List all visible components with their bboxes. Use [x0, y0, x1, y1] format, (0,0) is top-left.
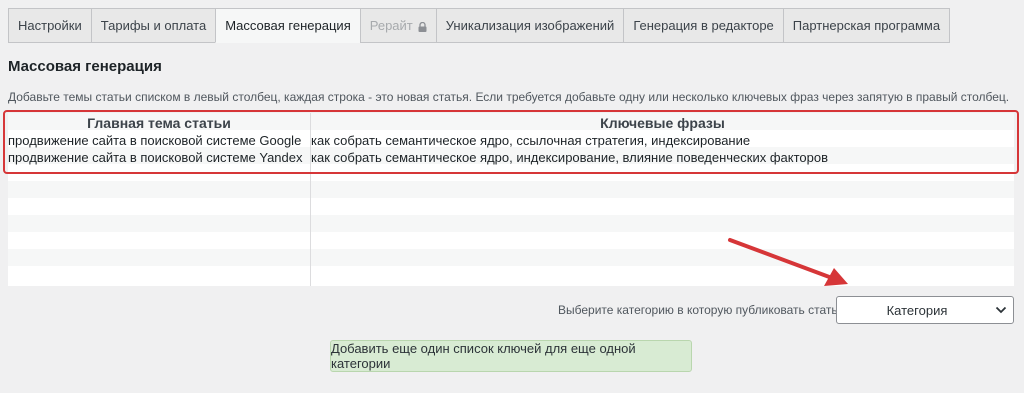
- tab-image-uniqueness[interactable]: Уникализация изображений: [435, 8, 624, 43]
- grid-row: [8, 181, 1014, 198]
- tab-label: Партнерская программа: [792, 18, 941, 33]
- grid-row: [8, 266, 1014, 283]
- tab-settings[interactable]: Настройки: [8, 8, 91, 43]
- grid-row: [8, 232, 1014, 249]
- grid-row: [8, 215, 1014, 232]
- tab-bar: Настройки Тарифы и оплата Массовая генер…: [8, 8, 951, 43]
- tab-rewrite[interactable]: Рерайт: [359, 8, 436, 43]
- page-title: Массовая генерация: [8, 58, 162, 75]
- section-description: Добавьте темы статьи списком в левый сто…: [8, 90, 1010, 104]
- tab-label: Тарифы и оплата: [100, 18, 207, 33]
- tab-affiliate[interactable]: Партнерская программа: [782, 8, 951, 43]
- grid-row: [8, 249, 1014, 266]
- tab-label: Уникализация изображений: [445, 18, 615, 33]
- tab-mass-generation[interactable]: Массовая генерация: [215, 8, 360, 43]
- tab-label: Настройки: [18, 18, 82, 33]
- category-select[interactable]: Категория: [836, 296, 1014, 324]
- tab-label: Массовая генерация: [225, 18, 351, 33]
- category-label: Выберите категорию в которую публиковать…: [558, 303, 845, 317]
- grid-row: [8, 198, 1014, 215]
- tab-label: Генерация в редакторе: [633, 18, 774, 33]
- arrow-icon: [728, 238, 848, 286]
- tab-tariffs[interactable]: Тарифы и оплата: [90, 8, 216, 43]
- category-select-value: Категория: [886, 303, 948, 318]
- highlight-box: [3, 110, 1019, 174]
- lock-icon: [418, 21, 427, 32]
- add-keyword-list-button[interactable]: Добавить еще один список ключей для еще …: [330, 340, 692, 372]
- chevron-down-icon: [995, 306, 1007, 314]
- tab-editor-generation[interactable]: Генерация в редакторе: [623, 8, 783, 43]
- tab-label: Рерайт: [369, 18, 413, 33]
